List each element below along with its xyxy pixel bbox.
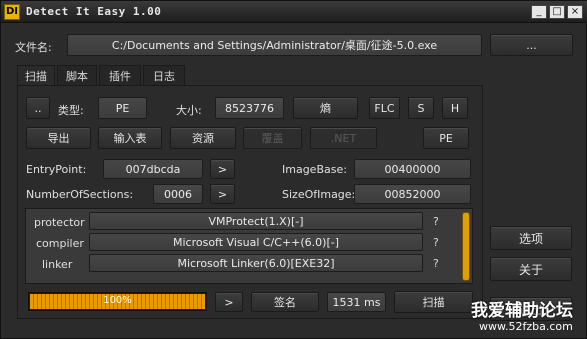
detection-info-button[interactable]: ? — [433, 257, 439, 270]
net-button[interactable]: .NET — [310, 127, 377, 149]
watermark-title: 我爱辅助论坛 — [471, 301, 573, 321]
scan-time-field: 1531 ms — [327, 292, 386, 312]
s-button[interactable]: S — [408, 97, 434, 119]
flc-button[interactable]: FLC — [369, 97, 400, 119]
detection-type: compiler — [36, 237, 84, 250]
entropy-button[interactable]: 熵 — [293, 97, 358, 119]
detection-info-button[interactable]: ? — [433, 215, 439, 228]
size-of-image-label: SizeOfImage: — [282, 188, 356, 201]
resources-button[interactable]: 资源 — [170, 127, 236, 149]
scan-button[interactable]: 扫描 — [394, 291, 473, 313]
entry-point-arrow-button[interactable]: > — [210, 159, 235, 179]
type-label: 类型: — [58, 104, 84, 117]
browse-button[interactable]: ... — [490, 34, 573, 56]
about-button[interactable]: 关于 — [490, 257, 572, 281]
options-button[interactable]: 选项 — [490, 226, 572, 250]
file-path-field[interactable]: C:/Documents and Settings/Administrator/… — [67, 34, 482, 56]
sections-label: NumberOfSections: — [26, 188, 134, 201]
maximize-button[interactable]: □ — [549, 5, 565, 19]
sections-field: 0006 — [153, 184, 203, 204]
title-bar: DI Detect It Easy 1.00 _ □ × — [1, 1, 587, 23]
watermark-url: www.52fzba.com — [479, 320, 573, 333]
size-field: 8523776 — [215, 97, 284, 119]
detection-info-button[interactable]: ? — [433, 236, 439, 249]
export-button[interactable]: 导出 — [26, 127, 91, 149]
detection-value: VMProtect(1.X)[-] — [89, 212, 423, 230]
tab-plugins[interactable]: 插件 — [99, 65, 141, 85]
overlay-button[interactable]: 覆盖 — [243, 127, 302, 149]
file-label: 文件名: — [15, 41, 52, 54]
pe-button[interactable]: PE — [423, 127, 469, 149]
window-title: Detect It Easy 1.00 — [26, 5, 162, 18]
detection-type: linker — [42, 258, 73, 271]
image-base-field: 00400000 — [354, 159, 471, 179]
minimize-button[interactable]: _ — [531, 5, 547, 19]
tab-scan[interactable]: 扫描 — [17, 65, 55, 86]
detection-type: protector — [34, 216, 85, 229]
image-base-label: ImageBase: — [282, 163, 347, 176]
size-of-image-field: 00852000 — [354, 184, 471, 204]
detections-scrollbar[interactable] — [462, 212, 470, 281]
entry-point-field: 007dbcda — [103, 159, 203, 179]
entry-point-label: EntryPoint: — [26, 163, 87, 176]
up-button[interactable]: .. — [26, 97, 50, 119]
import-table-button[interactable]: 输入表 — [98, 127, 162, 149]
tab-log[interactable]: 日志 — [143, 65, 185, 85]
close-button[interactable]: × — [567, 5, 583, 19]
size-label: 大小: — [176, 104, 202, 117]
main-window: DI Detect It Easy 1.00 _ □ × 文件名: C:/Doc… — [0, 0, 587, 339]
h-button[interactable]: H — [442, 97, 468, 119]
progress-arrow-button[interactable]: > — [215, 292, 243, 312]
tab-scripts[interactable]: 脚本 — [57, 65, 97, 85]
sections-arrow-button[interactable]: > — [210, 184, 235, 204]
detection-value: Microsoft Linker(6.0)[EXE32] — [89, 254, 423, 272]
scan-progress-bar: 100% — [28, 292, 207, 311]
app-logo-icon: DI — [4, 4, 20, 20]
type-field: PE — [98, 97, 147, 119]
detection-value: Microsoft Visual C/C++(6.0)[-] — [89, 233, 423, 251]
progress-text: 100% — [103, 295, 132, 306]
signature-button[interactable]: 签名 — [251, 292, 319, 312]
